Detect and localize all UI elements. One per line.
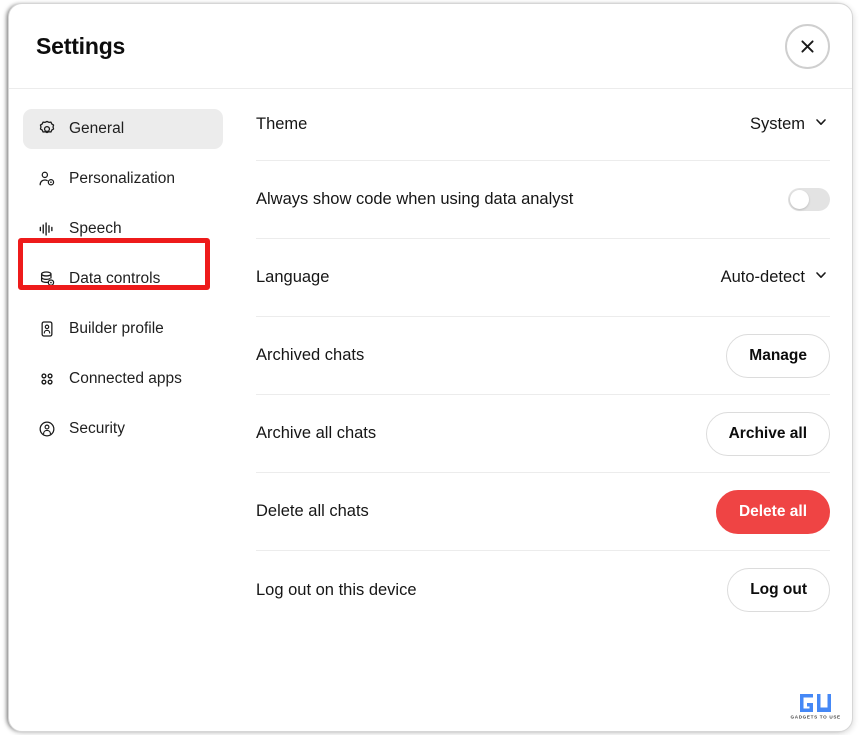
delete-all-button[interactable]: Delete all	[715, 489, 830, 534]
screenshot-canvas: Settings General Personalization Speech …	[0, 0, 859, 735]
gadgets-to-use-logo-icon	[800, 693, 831, 712]
sidebar-item-general[interactable]: General	[23, 109, 223, 149]
sidebar-item-label: General	[69, 120, 125, 137]
setting-label: Language	[256, 268, 330, 286]
sidebar-item-label: Connected apps	[69, 370, 182, 387]
settings-main-panel: Theme System Always show code when using…	[237, 89, 852, 731]
watermark-caption: GADGETS TO USE	[790, 713, 842, 720]
sidebar-item-label: Speech	[69, 220, 122, 237]
sidebar-item-security[interactable]: Security	[23, 409, 223, 449]
dialog-header: Settings	[9, 4, 852, 89]
log-out-button[interactable]: Log out	[727, 568, 830, 612]
grid-dots-icon	[37, 370, 56, 389]
sidebar-item-personalization[interactable]: Personalization	[23, 159, 223, 199]
close-icon	[799, 38, 816, 55]
setting-row-always-show-code: Always show code when using data analyst	[256, 161, 830, 239]
database-gear-icon	[37, 270, 56, 289]
archive-all-button[interactable]: Archive all	[705, 411, 830, 456]
settings-sidebar: General Personalization Speech Data cont…	[9, 89, 237, 731]
setting-row-archived-chats: Archived chats Manage	[256, 317, 830, 395]
language-value: Auto-detect	[720, 268, 805, 286]
settings-dialog: Settings General Personalization Speech …	[8, 3, 853, 732]
watermark-logo: GADGETS TO USE	[790, 689, 842, 721]
chevron-down-icon	[814, 268, 828, 287]
chevron-down-icon	[814, 115, 828, 134]
sidebar-item-speech[interactable]: Speech	[23, 209, 223, 249]
setting-label: Archived chats	[256, 346, 365, 364]
dialog-body: General Personalization Speech Data cont…	[9, 89, 852, 731]
setting-row-language: Language Auto-detect	[256, 239, 830, 317]
setting-label: Always show code when using data analyst	[256, 190, 574, 208]
close-button[interactable]	[785, 24, 830, 69]
sidebar-item-label: Builder profile	[69, 320, 164, 337]
setting-row-archive-all-chats: Archive all chats Archive all	[256, 395, 830, 473]
sidebar-item-connected-apps[interactable]: Connected apps	[23, 359, 223, 399]
setting-row-delete-all-chats: Delete all chats Delete all	[256, 473, 830, 551]
sidebar-item-label: Security	[69, 420, 125, 437]
setting-label: Theme	[256, 115, 308, 133]
gear-icon	[37, 120, 56, 139]
setting-label: Archive all chats	[256, 424, 377, 442]
setting-row-theme: Theme System	[256, 89, 830, 161]
setting-label: Log out on this device	[256, 580, 417, 599]
sidebar-item-label: Data controls	[69, 270, 161, 287]
sidebar-item-builder-profile[interactable]: Builder profile	[23, 309, 223, 349]
always-show-code-toggle[interactable]	[788, 188, 830, 211]
page-title: Settings	[36, 32, 126, 59]
setting-label: Delete all chats	[256, 502, 369, 520]
setting-row-log-out: Log out on this device Log out	[256, 551, 830, 629]
shield-person-icon	[37, 420, 56, 439]
id-card-icon	[37, 320, 56, 339]
language-dropdown[interactable]: Auto-detect	[721, 268, 830, 287]
theme-value: System	[749, 115, 805, 133]
sidebar-item-label: Personalization	[69, 170, 175, 187]
person-gear-icon	[37, 170, 56, 189]
toggle-knob	[790, 190, 809, 209]
theme-dropdown[interactable]: System	[750, 115, 830, 134]
manage-button[interactable]: Manage	[726, 333, 830, 378]
sidebar-item-data-controls[interactable]: Data controls	[23, 259, 223, 299]
waveform-icon	[37, 220, 56, 239]
